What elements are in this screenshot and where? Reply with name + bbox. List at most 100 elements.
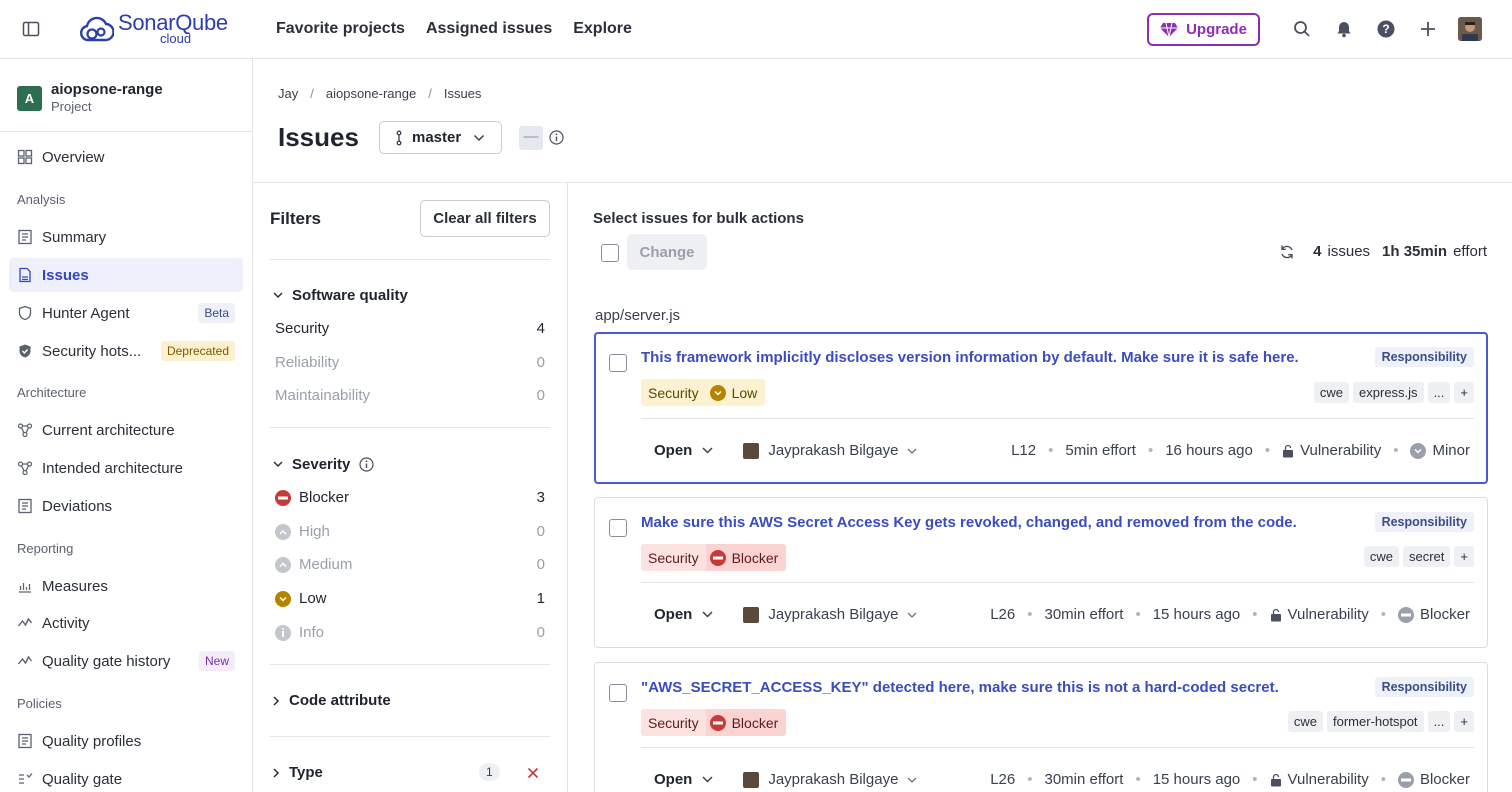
help-icon[interactable]: ? [1377,20,1395,38]
filter-security[interactable]: Security 4 [275,320,545,337]
card-divider [641,582,1474,583]
sidebar-item-security-hotspots[interactable]: Security hots... Deprecated [9,334,243,368]
filter-info[interactable]: Info 0 [275,624,545,641]
nav-assigned-issues[interactable]: Assigned issues [426,20,552,38]
top-nav: Favorite projects Assigned issues Explor… [276,20,632,38]
filter-divider [270,427,550,428]
quality-impact-badge[interactable]: Security Blocker [641,544,787,571]
tag-add[interactable]: + [1454,711,1474,732]
software-quality-facet-toggle[interactable]: Software quality [273,287,408,304]
info-icon[interactable] [359,457,374,472]
info-icon[interactable] [549,130,564,145]
assignee-dropdown[interactable]: Jayprakash Bilgaye [743,442,917,459]
filter-medium[interactable]: Medium 0 [275,556,545,573]
software-quality-label: Security [641,709,706,736]
diamond-icon [1160,22,1179,37]
select-all-checkbox[interactable] [601,244,619,262]
sidebar-item-deviations[interactable]: Deviations [9,489,243,523]
code-attribute-facet-toggle[interactable]: Code attribute [273,692,391,709]
tag-add[interactable]: + [1454,382,1474,403]
issue-tags[interactable]: cwe secret + [1363,546,1474,567]
branch-icon [396,130,402,145]
sidebar-item-summary[interactable]: Summary [9,220,243,254]
sidebar-item-quality-profiles[interactable]: Quality profiles [9,724,243,758]
legacy-severity-label: Blocker [1419,771,1470,788]
assignee-name: Jayprakash Bilgaye [768,442,899,459]
breadcrumb-project[interactable]: aiopsone-range [326,86,416,101]
quality-impact-badge[interactable]: Security Blocker [641,709,787,736]
issue-tags[interactable]: cwe express.js ... + [1313,382,1474,403]
issue-card[interactable]: "AWS_SECRET_ACCESS_KEY" detected here, m… [594,662,1488,792]
sidebar-item-hunter-agent[interactable]: Hunter Agent Beta [9,296,243,330]
status-dropdown[interactable]: Open [654,771,713,788]
shield-check-icon [19,344,31,358]
issue-checkbox[interactable] [609,354,627,372]
assignee-dropdown[interactable]: Jayprakash Bilgaye [743,606,917,623]
sidebar-item-label: Quality gate [42,770,123,788]
filter-low[interactable]: Low 1 [275,590,545,607]
upgrade-button[interactable]: Upgrade [1147,13,1260,46]
issue-line[interactable]: L26 [990,606,1015,623]
issue-line[interactable]: L12 [1011,442,1036,459]
filter-blocker[interactable]: Blocker 3 [275,489,545,506]
branch-selector[interactable]: master [379,121,502,154]
issue-card[interactable]: This framework implicitly discloses vers… [594,332,1488,484]
high-icon [275,523,291,540]
issue-checkbox[interactable] [609,684,627,702]
sidebar-item-current-architecture[interactable]: Current architecture [9,413,243,447]
filter-label: Low [299,590,327,607]
assignee-name: Jayprakash Bilgaye [768,771,899,788]
sidebar-item-measures[interactable]: Measures [9,569,243,603]
filter-high[interactable]: High 0 [275,523,545,540]
blocker-icon [1397,771,1414,788]
issue-checkbox[interactable] [609,519,627,537]
issue-card[interactable]: Make sure this AWS Secret Access Key get… [594,497,1488,648]
assignee-dropdown[interactable]: Jayprakash Bilgaye [743,771,917,788]
filter-maintainability[interactable]: Maintainability 0 [275,387,545,404]
project-header[interactable]: A aiopsone-range Project [17,81,163,115]
sidebar-item-quality-gate[interactable]: Quality gate [9,762,243,792]
issue-tags[interactable]: cwe former-hotspot ... + [1287,711,1474,732]
sidebar-toggle-icon[interactable] [22,20,40,38]
nav-favorite-projects[interactable]: Favorite projects [276,20,405,38]
severity-facet-toggle[interactable]: Severity [273,456,374,473]
tag-add[interactable]: + [1454,546,1474,567]
issue-type-label: Vulnerability [1287,771,1369,788]
project-name: aiopsone-range [51,81,163,98]
sidebar-item-activity[interactable]: Activity [9,606,243,640]
filter-reliability[interactable]: Reliability 0 [275,354,545,371]
bulk-change-button[interactable]: Change [627,234,707,270]
plus-icon[interactable] [1419,20,1437,38]
minor-icon [1410,442,1427,459]
file-path[interactable]: app/server.js [595,307,680,324]
sidebar-item-label: Intended architecture [42,459,183,477]
status-dropdown[interactable]: Open [654,442,713,459]
nav-explore[interactable]: Explore [573,20,632,38]
search-icon[interactable] [1293,20,1311,38]
facet-label: Type [289,764,323,781]
sidebar-item-overview[interactable]: Overview [9,140,243,174]
responsibility-badge: Responsibility [1374,677,1474,697]
issue-title[interactable]: This framework implicitly discloses vers… [641,349,1299,366]
sidebar-item-issues[interactable]: Issues [9,258,243,292]
filter-label: Medium [299,556,353,573]
sidebar-item-label: Measures [42,577,108,595]
status-dropdown[interactable]: Open [654,606,713,623]
issue-title[interactable]: Make sure this AWS Secret Access Key get… [641,514,1297,531]
bell-icon[interactable] [1335,20,1353,38]
refresh-icon[interactable] [1279,244,1295,260]
sidebar-item-quality-gate-history[interactable]: Quality gate history New [9,644,243,678]
separator-dot: • [1135,606,1141,623]
quality-impact-badge[interactable]: Security Low [641,379,766,406]
type-facet-toggle[interactable]: Type [273,764,323,781]
breadcrumb-org[interactable]: Jay [278,86,298,101]
sidebar-item-intended-architecture[interactable]: Intended architecture [9,451,243,485]
issue-line[interactable]: L26 [990,771,1015,788]
sidebar-item-label: Hunter Agent [42,304,130,322]
user-avatar[interactable] [1458,17,1482,41]
issue-title[interactable]: "AWS_SECRET_ACCESS_KEY" detected here, m… [641,679,1279,696]
clear-type-filter-icon[interactable] [527,767,539,779]
clear-all-filters-button[interactable]: Clear all filters [420,200,550,237]
sonarqube-logo[interactable]: SonarQube cloud [78,10,228,46]
separator-dot: • [1380,606,1386,623]
